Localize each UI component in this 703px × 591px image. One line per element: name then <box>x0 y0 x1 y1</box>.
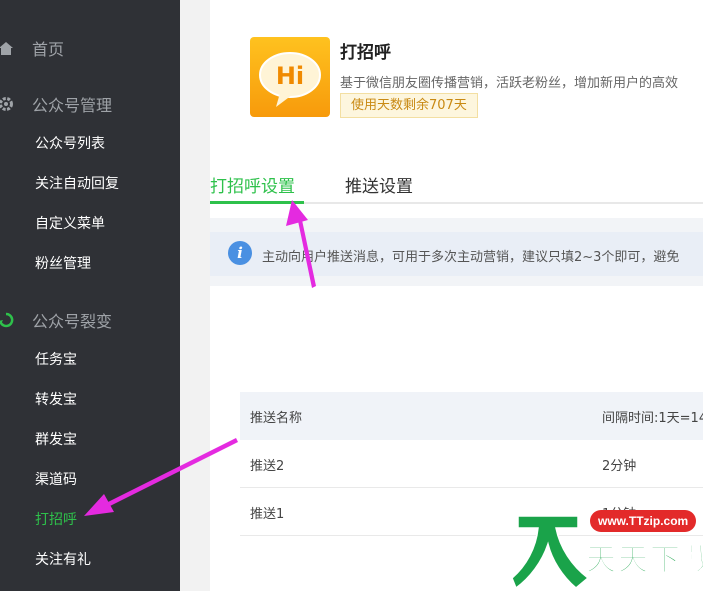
info-notice-text: 主动向用户推送消息，可用于多次主动营销，建议只填2~3个即可，避免 <box>262 250 680 265</box>
table-row[interactable]: 推送2 2分钟 <box>240 440 703 488</box>
active-tab-indicator <box>210 201 304 204</box>
app-description: 基于微信朋友圈传播营销，活跃老粉丝，增加新用户的高效 <box>340 76 679 91</box>
column-header-interval: 间隔时间:1天=14 <box>602 411 703 426</box>
gear-icon <box>0 97 13 111</box>
home-icon <box>0 42 13 55</box>
sidebar-section-label: 公众号裂变 <box>32 312 113 331</box>
sidebar-item-task-bao[interactable]: 任务宝 <box>35 350 77 370</box>
sidebar-section-label: 公众号管理 <box>32 96 113 115</box>
app-logo: Hi <box>250 37 330 117</box>
info-icon: i <box>228 241 252 265</box>
sidebar-item-custom-menu[interactable]: 自定义菜单 <box>35 214 105 234</box>
remaining-days-badge: 使用天数剩余707天 <box>340 93 478 118</box>
logo-text: Hi <box>276 62 304 90</box>
sidebar-item-fans-management[interactable]: 粉丝管理 <box>35 254 91 274</box>
sidebar-item-home[interactable]: 首页 <box>0 32 180 64</box>
sidebar-item-account-list[interactable]: 公众号列表 <box>35 134 105 154</box>
table-header: 推送名称 间隔时间:1天=14 <box>240 392 703 440</box>
sidebar-item-group-send-bao[interactable]: 群发宝 <box>35 430 77 450</box>
sidebar-item-channel-code[interactable]: 渠道码 <box>35 470 77 490</box>
column-header-push-name: 推送名称 <box>250 411 303 426</box>
app-title: 打招呼 <box>340 43 391 63</box>
recycle-icon <box>0 312 14 328</box>
push-name-cell: 推送2 <box>250 459 285 474</box>
sidebar-item-follow-gift[interactable]: 关注有礼 <box>35 550 91 570</box>
sidebar: 首页 公众号管理 公众号列表 关注自动回复 自定义菜单 粉丝管理 公众号裂变 任… <box>0 0 180 591</box>
tab-greeting-settings[interactable]: 打招呼设置 <box>210 172 295 197</box>
push-name-cell: 推送1 <box>250 507 285 522</box>
watermark-url: www.TTzip.com <box>590 510 697 532</box>
sidebar-item-greeting[interactable]: 打招呼 <box>35 510 77 530</box>
speech-bubble-icon: Hi <box>259 52 321 107</box>
sidebar-item-forward-bao[interactable]: 转发宝 <box>35 390 77 410</box>
sidebar-section-account-management[interactable]: 公众号管理 <box>0 88 180 120</box>
sidebar-section-account-fission[interactable]: 公众号裂变 <box>0 304 180 336</box>
sidebar-item-label: 首页 <box>32 40 65 59</box>
watermark-text: 天天下載 <box>586 543 703 579</box>
sidebar-item-follow-auto-reply[interactable]: 关注自动回复 <box>35 174 119 194</box>
interval-cell: 2分钟 <box>602 459 637 474</box>
tab-push-settings[interactable]: 推送设置 <box>345 172 413 197</box>
